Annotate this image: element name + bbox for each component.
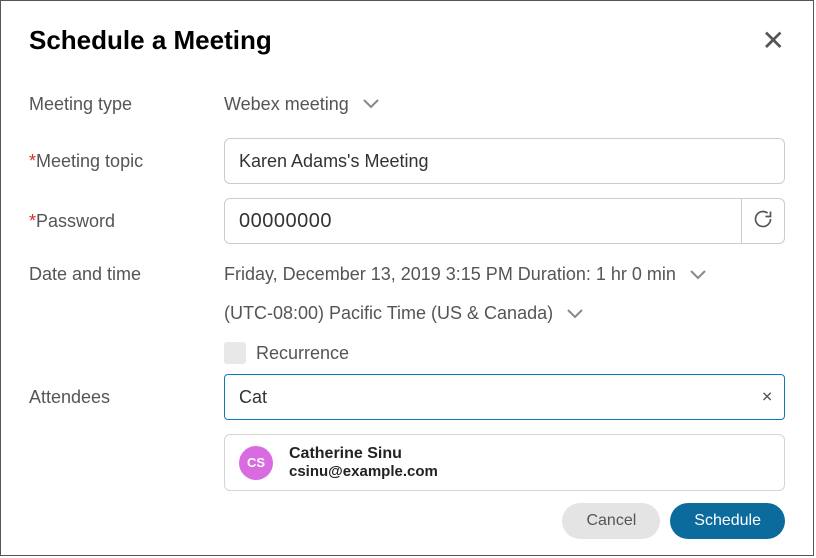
meeting-type-value: Webex meeting — [224, 94, 349, 115]
schedule-button[interactable]: Schedule — [670, 503, 785, 539]
recurrence-label: Recurrence — [256, 343, 349, 364]
chevron-down-icon — [363, 99, 379, 109]
meeting-topic-label: Meeting topic — [29, 151, 224, 172]
dialog-title: Schedule a Meeting — [29, 25, 272, 56]
avatar: CS — [239, 446, 273, 480]
meeting-topic-input[interactable] — [224, 138, 785, 184]
chevron-down-icon — [567, 309, 583, 319]
dialog-footer: Cancel Schedule — [562, 503, 785, 539]
attendees-input[interactable] — [224, 374, 785, 420]
datetime-summary: Friday, December 13, 2019 3:15 PM Durati… — [224, 264, 676, 285]
password-input[interactable] — [224, 198, 742, 244]
timezone-value: (UTC-08:00) Pacific Time (US & Canada) — [224, 303, 553, 324]
date-time-label: Date and time — [29, 264, 224, 285]
refresh-icon — [753, 209, 773, 234]
schedule-meeting-dialog: Schedule a Meeting ✕ Meeting type Webex … — [0, 0, 814, 556]
recurrence-checkbox[interactable] — [224, 342, 246, 364]
regenerate-password-button[interactable] — [741, 198, 785, 244]
dialog-header: Schedule a Meeting ✕ — [29, 25, 785, 56]
attendee-suggestion[interactable]: CS Catherine Sinu csinu@example.com — [224, 434, 785, 491]
chevron-down-icon — [690, 270, 706, 280]
suggestion-name: Catherine Sinu — [289, 445, 438, 463]
cancel-button[interactable]: Cancel — [562, 503, 660, 539]
clear-attendee-icon[interactable]: ✕ — [761, 389, 773, 406]
attendees-label: Attendees — [29, 387, 224, 408]
timezone-select[interactable]: (UTC-08:00) Pacific Time (US & Canada) — [224, 303, 785, 324]
meeting-type-select[interactable]: Webex meeting — [224, 94, 785, 115]
suggestion-email: csinu@example.com — [289, 463, 438, 480]
meeting-type-label: Meeting type — [29, 94, 224, 115]
datetime-select[interactable]: Friday, December 13, 2019 3:15 PM Durati… — [224, 264, 785, 285]
password-label: Password — [29, 211, 224, 232]
close-icon[interactable]: ✕ — [762, 27, 785, 55]
